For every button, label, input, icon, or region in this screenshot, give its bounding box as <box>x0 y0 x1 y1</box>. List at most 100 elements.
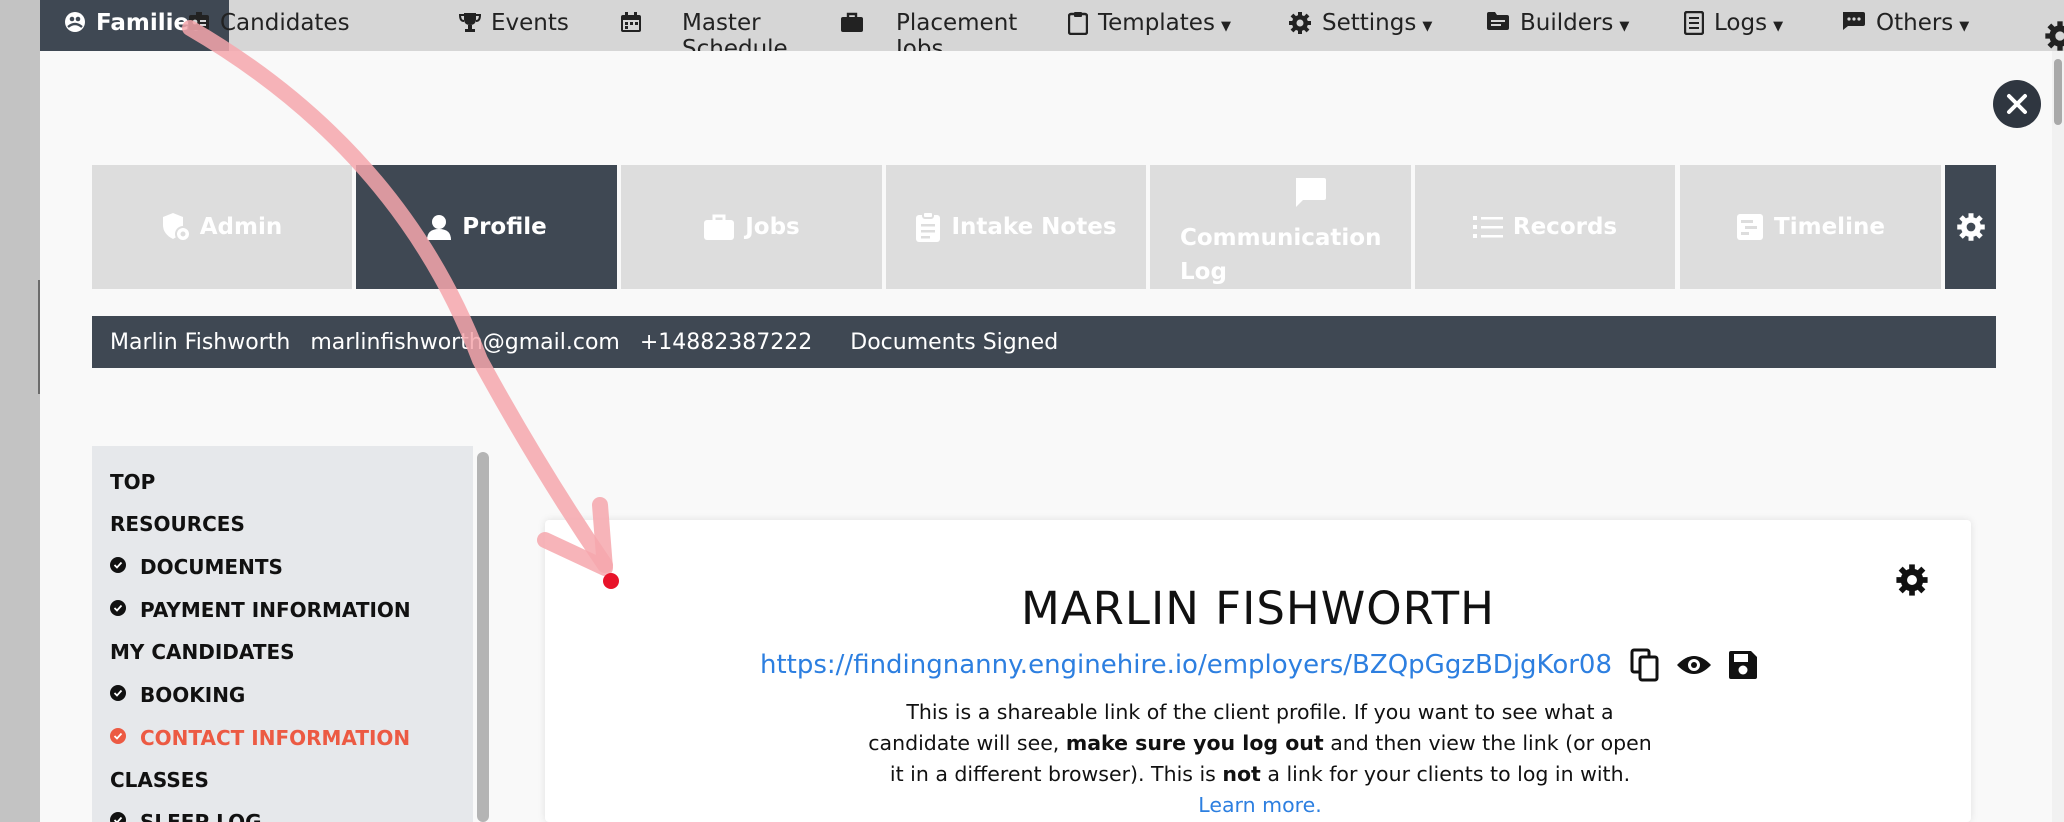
nav-families-label: Families <box>96 10 203 36</box>
log-icon <box>1684 11 1704 35</box>
tab-profile[interactable]: Profile <box>356 165 617 289</box>
nav-settings-label: Settings <box>1322 10 1417 36</box>
tab-admin[interactable]: Admin <box>92 165 352 289</box>
tab-admin-label: Admin <box>199 214 283 240</box>
tab-jobs[interactable]: Jobs <box>621 165 882 289</box>
share-link-description: This is a shareable link of the client p… <box>860 697 1660 821</box>
briefcase-icon <box>704 214 735 240</box>
tab-intake-notes[interactable]: Intake Notes <box>886 165 1146 289</box>
check-circle-icon <box>110 557 126 573</box>
desc-text-3: a link for your clients to log in with. <box>1260 762 1631 786</box>
section-link-label: TOP <box>110 470 156 494</box>
nav-logs[interactable]: Logs ▼ <box>1684 0 1783 51</box>
chevron-down-icon: ▼ <box>1422 19 1433 34</box>
section-link-top[interactable]: TOP <box>110 470 155 494</box>
section-link-label: RESOURCES <box>110 512 245 536</box>
nav-events-label: Events <box>491 10 569 36</box>
client-email: marlinfishworth@gmail.com <box>310 329 620 355</box>
desc-bold-2: not <box>1222 762 1261 786</box>
section-link-classes[interactable]: CLASSES <box>110 768 209 792</box>
copy-icon[interactable] <box>1630 648 1660 682</box>
nav-others-label: Others <box>1876 10 1954 36</box>
section-link-documents[interactable]: DOCUMENTS <box>110 555 283 579</box>
section-link-label: SLEEP LOG <box>140 810 262 822</box>
admin-icon <box>162 213 190 242</box>
section-link-resources[interactable]: RESOURCES <box>110 512 245 536</box>
gear-icon <box>1289 12 1311 34</box>
section-link-my-candidates[interactable]: MY CANDIDATES <box>110 640 295 664</box>
section-link-label: CONTACT INFORMATION <box>140 726 411 750</box>
message-icon <box>1843 12 1865 30</box>
nav-others[interactable]: Others ▼ <box>1840 0 1969 51</box>
chevron-down-icon: ▼ <box>1773 19 1784 34</box>
section-nav: TOP RESOURCES DOCUMENTS PAYMENT INFORMAT… <box>92 446 473 822</box>
tab-timeline[interactable]: Timeline <box>1680 165 1941 289</box>
modal-scrollbar[interactable] <box>2052 51 2064 822</box>
tab-records-label: Records <box>1512 214 1618 240</box>
save-icon[interactable] <box>1728 650 1758 680</box>
section-link-label: MY CANDIDATES <box>110 640 295 664</box>
section-link-sleep-log[interactable]: SLEEP LOG <box>110 810 262 822</box>
trophy-icon <box>459 13 481 32</box>
nav-templates-label: Templates <box>1098 10 1215 36</box>
tab-jobs-label: Jobs <box>745 214 800 240</box>
section-link-label: DOCUMENTS <box>140 555 283 579</box>
client-name: Marlin Fishworth <box>110 329 291 355</box>
chevron-down-icon: ▼ <box>1959 19 1970 34</box>
learn-more-link[interactable]: Learn more. <box>1198 793 1321 817</box>
profile-title: MARLIN FISHWORTH <box>1021 582 1495 635</box>
top-navigation: Families Candidates Events Master Schedu… <box>40 0 2064 62</box>
nav-settings[interactable]: Settings ▼ <box>1288 0 1432 51</box>
nav-placement-jobs[interactable]: Placement Jobs <box>840 0 1026 62</box>
briefcase-icon <box>841 12 863 32</box>
share-link[interactable]: https://findingnanny.enginehire.io/emplo… <box>760 650 1612 680</box>
nav-builders[interactable]: Builders ▼ <box>1486 0 1629 51</box>
nav-builders-label: Builders <box>1520 10 1614 36</box>
share-link-row: https://findingnanny.enginehire.io/emplo… <box>760 648 1774 682</box>
contact-info-bar: Marlin Fishworth marlinfishworth@gmail.c… <box>92 316 1996 368</box>
candidates-icon <box>189 12 209 30</box>
nav-candidates-label: Candidates <box>220 10 350 36</box>
section-link-label: CLASSES <box>110 768 209 792</box>
section-link-booking[interactable]: BOOKING <box>110 683 245 707</box>
nav-logs-label: Logs <box>1714 10 1768 36</box>
nav-master-schedule[interactable]: Master Schedule <box>620 0 822 62</box>
nav-events[interactable]: Events <box>459 0 569 51</box>
section-nav-scrollbar[interactable] <box>477 452 489 822</box>
calendar-icon <box>621 12 641 32</box>
scrollbar-thumb[interactable] <box>2054 59 2062 125</box>
background-page-strip <box>0 0 41 822</box>
tab-records[interactable]: Records <box>1415 165 1675 289</box>
tab-communication-log-label: Communication Log <box>1180 225 1382 285</box>
tab-settings-button[interactable] <box>1945 165 1996 289</box>
families-icon <box>65 12 85 32</box>
tab-profile-label: Profile <box>462 214 547 240</box>
nav-templates[interactable]: Templates ▼ <box>1068 0 1231 51</box>
top-settings-gear-icon[interactable] <box>2044 20 2064 52</box>
check-circle-icon <box>110 600 126 616</box>
section-link-label: BOOKING <box>140 683 246 707</box>
close-icon <box>2007 94 2027 114</box>
comment-icon <box>1296 178 1326 207</box>
chevron-down-icon: ▼ <box>1619 19 1630 34</box>
section-link-label: PAYMENT INFORMATION <box>140 598 411 622</box>
client-phone: +14882387222 <box>639 329 813 355</box>
tab-communication-log[interactable]: Communication Log <box>1150 165 1411 289</box>
check-circle-icon <box>110 812 126 822</box>
clipboard-icon <box>916 211 941 242</box>
check-circle-icon <box>110 728 126 744</box>
timeline-icon <box>1737 214 1764 240</box>
tab-intake-notes-label: Intake Notes <box>951 214 1117 240</box>
eye-icon[interactable] <box>1676 653 1712 677</box>
close-button[interactable] <box>1993 80 2041 128</box>
clipboard-icon <box>1068 12 1088 35</box>
tab-timeline-label: Timeline <box>1774 214 1885 240</box>
chevron-down-icon: ▼ <box>1220 19 1231 34</box>
status-badge: Documents Signed <box>850 329 1059 355</box>
folder-icon <box>1487 12 1509 30</box>
user-icon <box>427 215 452 240</box>
section-link-contact-information[interactable]: CONTACT INFORMATION <box>110 726 410 750</box>
desc-bold-1: make sure you log out <box>1065 731 1324 755</box>
nav-candidates[interactable]: Candidates <box>188 0 350 51</box>
section-link-payment-information[interactable]: PAYMENT INFORMATION <box>110 598 411 622</box>
